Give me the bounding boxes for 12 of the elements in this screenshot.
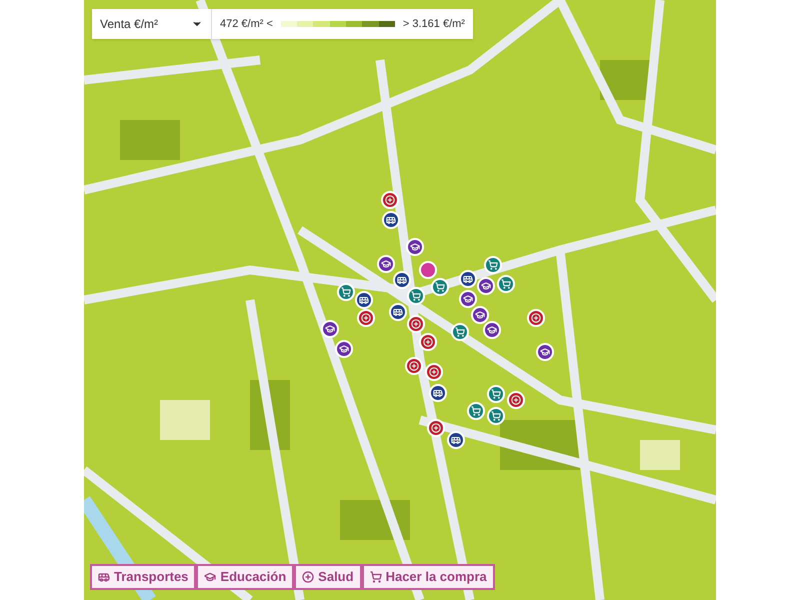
price-type-dropdown[interactable]: Venta €/m² — [92, 9, 212, 39]
education-icon — [204, 571, 216, 583]
map[interactable]: Venta €/m² 472 €/m² < > 3.161 €/m² Transportes Educación Salud Hacer la compra — [84, 0, 716, 600]
transport-icon — [98, 571, 110, 583]
filter-button[interactable]: Educación — [196, 564, 294, 590]
filter-button[interactable]: Transportes — [90, 564, 196, 590]
filter-button[interactable]: Hacer la compra — [362, 564, 495, 590]
legend-min-label: 472 €/m² < — [220, 16, 273, 32]
legend-max-label: > 3.161 €/m² — [402, 16, 465, 32]
health-icon — [302, 571, 314, 583]
filter-button[interactable]: Salud — [294, 564, 362, 590]
shopping-icon — [370, 571, 382, 583]
